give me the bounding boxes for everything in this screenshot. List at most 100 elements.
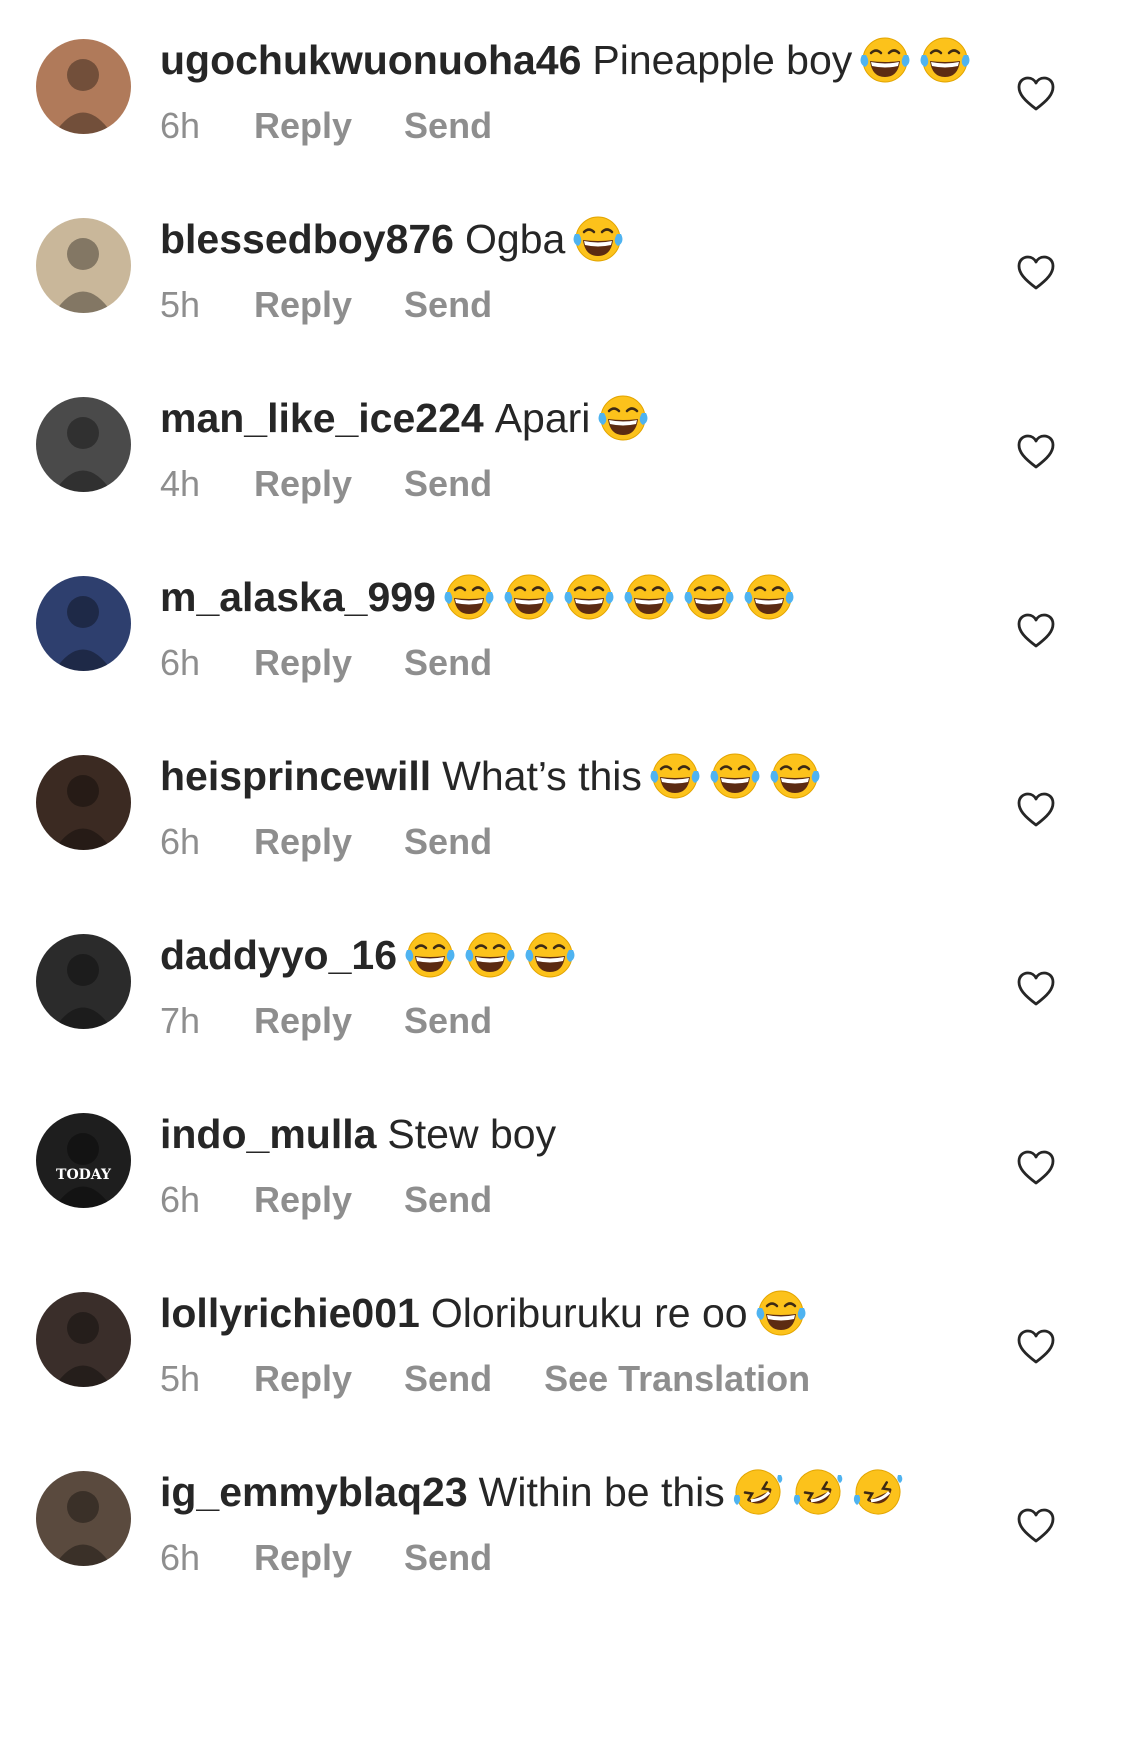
avatar-caption: TODAY	[56, 1167, 111, 1183]
reply-button[interactable]: Reply	[254, 642, 352, 684]
tears-of-joy-emoji-icon	[682, 570, 736, 624]
like-heart-icon[interactable]	[1016, 1327, 1056, 1367]
comment-meta: 6h Reply Send	[160, 1536, 544, 1580]
avatar[interactable]	[36, 1292, 131, 1387]
comment-body: daddyyo_16	[160, 929, 583, 981]
comment-text: Oloriburuku re oo	[430, 1290, 748, 1336]
like-heart-icon[interactable]	[1016, 253, 1056, 293]
comment-username[interactable]: lollyrichie001	[160, 1287, 420, 1339]
comment-body: blessedboy876 Ogba	[160, 213, 631, 265]
send-button[interactable]: Send	[404, 642, 492, 684]
rofl-emoji-icon	[851, 1465, 905, 1519]
reply-button[interactable]: Reply	[254, 1537, 352, 1579]
comment-item: blessedboy876 Ogba 5h Reply Send	[0, 179, 1125, 379]
avatar[interactable]	[36, 1471, 131, 1566]
comment-text: Within be this	[478, 1469, 725, 1515]
send-button[interactable]: Send	[404, 463, 492, 505]
comment-body: ugochukwuonuoha46 Pineapple boy	[160, 34, 978, 86]
like-heart-icon[interactable]	[1016, 969, 1056, 1009]
like-heart-icon[interactable]	[1016, 1506, 1056, 1546]
avatar[interactable]	[36, 755, 131, 850]
comment-emojis	[858, 33, 978, 87]
comment-username[interactable]: man_like_ice224	[160, 392, 484, 444]
comment-body: man_like_ice224 Apari	[160, 392, 656, 444]
avatar[interactable]: TODAY	[36, 1113, 131, 1208]
comment-item: ig_emmyblaq23 Within be this 6h Reply Send	[0, 1432, 1125, 1632]
tears-of-joy-emoji-icon	[742, 570, 796, 624]
comment-username[interactable]: blessedboy876	[160, 213, 454, 265]
avatar[interactable]	[36, 39, 131, 134]
reply-button[interactable]: Reply	[254, 105, 352, 147]
send-button[interactable]: Send	[404, 1358, 492, 1400]
like-heart-icon[interactable]	[1016, 74, 1056, 114]
reply-button[interactable]: Reply	[254, 1000, 352, 1042]
comment-emojis	[648, 749, 828, 803]
comment-text: What’s this	[442, 753, 642, 799]
reply-button[interactable]: Reply	[254, 1358, 352, 1400]
comment-meta: 5h Reply Send See Translation	[160, 1357, 862, 1401]
comment-username[interactable]: heisprincewill	[160, 750, 431, 802]
send-button[interactable]: Send	[404, 1179, 492, 1221]
comment-text: Apari	[494, 395, 591, 441]
comment-emojis	[403, 928, 583, 982]
reply-button[interactable]: Reply	[254, 1179, 352, 1221]
like-heart-icon[interactable]	[1016, 790, 1056, 830]
comment-text: Stew boy	[387, 1111, 557, 1157]
tears-of-joy-emoji-icon	[442, 570, 496, 624]
tears-of-joy-emoji-icon	[768, 749, 822, 803]
like-heart-icon[interactable]	[1016, 611, 1056, 651]
comment-body: lollyrichie001 Oloriburuku re oo	[160, 1287, 814, 1339]
reply-button[interactable]: Reply	[254, 463, 352, 505]
send-button[interactable]: Send	[404, 1537, 492, 1579]
comment-item: ugochukwuonuoha46 Pineapple boy 6h Reply Sen…	[0, 0, 1125, 200]
comment-timestamp: 6h	[160, 105, 201, 146]
comment-timestamp: 6h	[160, 1537, 201, 1578]
comment-timestamp: 5h	[160, 1358, 201, 1399]
comment-meta: 6h Reply Send	[160, 1178, 544, 1222]
comment-item: heisprincewill What’s this 6h Reply Send	[0, 716, 1125, 916]
comment-timestamp: 6h	[160, 642, 201, 683]
see-translation-button[interactable]: See Translation	[544, 1358, 810, 1400]
comment-timestamp: 6h	[160, 821, 201, 862]
send-button[interactable]: Send	[404, 821, 492, 863]
comment-text: Ogba	[465, 216, 566, 262]
tears-of-joy-emoji-icon	[502, 570, 556, 624]
avatar[interactable]	[36, 934, 131, 1029]
comment-username[interactable]: m_alaska_999	[160, 571, 436, 623]
avatar[interactable]	[36, 397, 131, 492]
send-button[interactable]: Send	[404, 105, 492, 147]
comments-list: ugochukwuonuoha46 Pineapple boy 6h Reply Sen…	[0, 0, 1125, 1760]
comment-emojis	[596, 391, 656, 445]
comment-username[interactable]: ugochukwuonuoha46	[160, 34, 581, 86]
avatar[interactable]	[36, 218, 131, 313]
comment-username[interactable]: indo_mulla	[160, 1108, 376, 1160]
comment-item: lollyrichie001 Oloriburuku re oo 5h Reply Se…	[0, 1253, 1125, 1453]
tears-of-joy-emoji-icon	[562, 570, 616, 624]
send-button[interactable]: Send	[404, 1000, 492, 1042]
like-heart-icon[interactable]	[1016, 432, 1056, 472]
comment-item: TODAY indo_mulla Stew boy 6h Reply Send	[0, 1074, 1125, 1274]
comment-username[interactable]: ig_emmyblaq23	[160, 1466, 468, 1518]
comment-emojis	[754, 1286, 814, 1340]
comment-meta: 6h Reply Send	[160, 104, 544, 148]
comment-meta: 6h Reply Send	[160, 641, 544, 685]
comment-meta: 6h Reply Send	[160, 820, 544, 864]
comment-meta: 4h Reply Send	[160, 462, 544, 506]
tears-of-joy-emoji-icon	[622, 570, 676, 624]
comment-timestamp: 7h	[160, 1000, 201, 1041]
comment-emojis	[442, 570, 802, 624]
rofl-emoji-icon	[791, 1465, 845, 1519]
avatar[interactable]	[36, 576, 131, 671]
tears-of-joy-emoji-icon	[523, 928, 577, 982]
reply-button[interactable]: Reply	[254, 821, 352, 863]
tears-of-joy-emoji-icon	[708, 749, 762, 803]
comment-username[interactable]: daddyyo_16	[160, 929, 397, 981]
like-heart-icon[interactable]	[1016, 1148, 1056, 1188]
send-button[interactable]: Send	[404, 284, 492, 326]
tears-of-joy-emoji-icon	[571, 212, 625, 266]
reply-button[interactable]: Reply	[254, 284, 352, 326]
tears-of-joy-emoji-icon	[463, 928, 517, 982]
rofl-emoji-icon	[731, 1465, 785, 1519]
comment-timestamp: 5h	[160, 284, 201, 325]
comment-emojis	[571, 212, 631, 266]
